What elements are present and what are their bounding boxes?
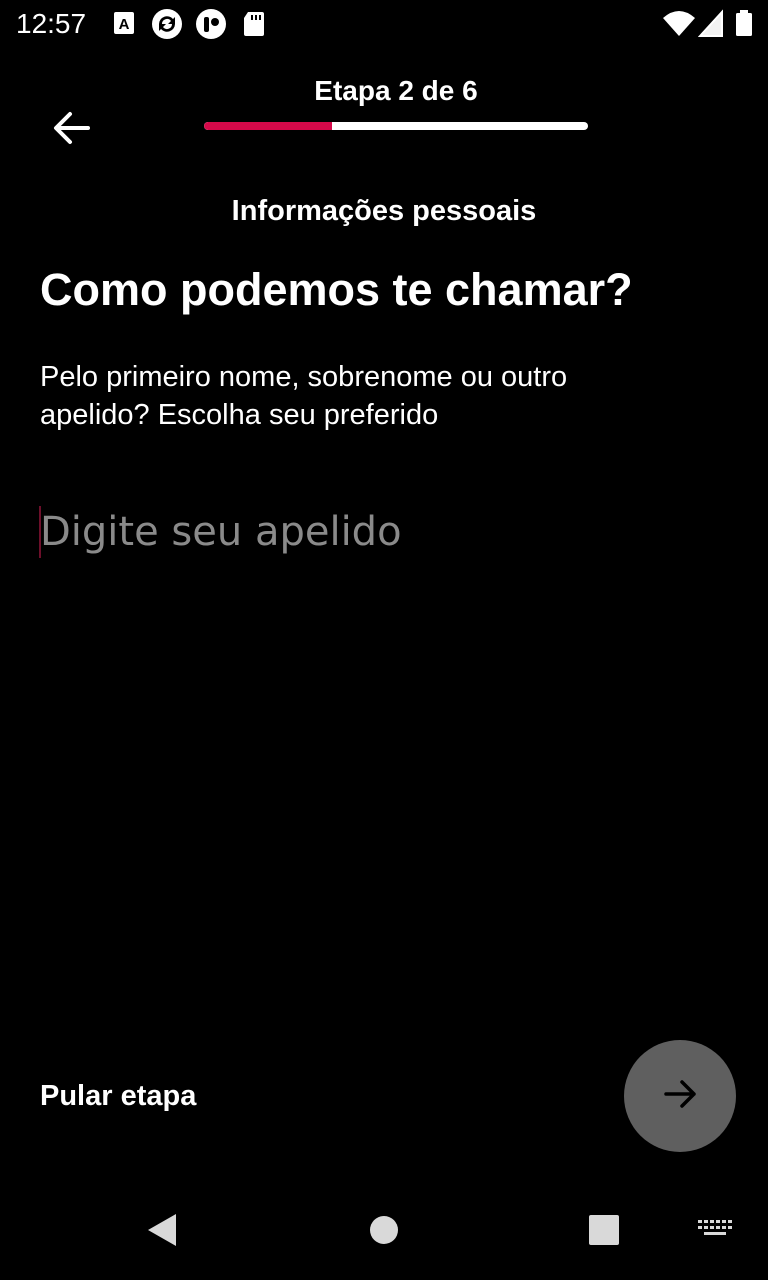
nav-keyboard-button[interactable] xyxy=(694,1214,736,1250)
sync-icon xyxy=(150,8,184,45)
progress-bar xyxy=(204,122,588,130)
skip-step-button[interactable]: Pular etapa xyxy=(40,1076,196,1116)
section-title: Informações pessoais xyxy=(231,195,537,227)
battery-icon xyxy=(734,8,754,45)
text-a-icon: A xyxy=(112,8,136,45)
arrow-left-icon xyxy=(52,108,92,153)
nickname-input[interactable] xyxy=(38,500,730,564)
next-button[interactable] xyxy=(624,1040,736,1152)
status-bar: 12:57 A xyxy=(0,0,768,48)
arrow-right-icon xyxy=(660,1074,700,1119)
keyboard-icon xyxy=(698,1219,732,1245)
cell-signal-icon xyxy=(697,8,724,45)
page-title: Como podemos te chamar? xyxy=(40,264,633,315)
status-time: 12:57 xyxy=(16,8,87,39)
pocket-icon xyxy=(194,8,228,45)
recents-square-icon xyxy=(589,1214,619,1250)
system-nav-bar xyxy=(0,1184,768,1280)
svg-text:A: A xyxy=(119,16,130,33)
wifi-icon xyxy=(662,8,696,45)
nav-recents-button[interactable] xyxy=(582,1210,626,1254)
back-button[interactable] xyxy=(44,102,100,158)
home-circle-icon xyxy=(369,1215,399,1250)
back-triangle-icon xyxy=(146,1213,178,1252)
nav-back-button[interactable] xyxy=(140,1210,184,1254)
progress-bar-fill xyxy=(204,122,332,130)
sd-card-icon xyxy=(242,8,266,45)
step-label: Etapa 2 de 6 xyxy=(314,75,478,106)
nav-home-button[interactable] xyxy=(362,1210,406,1254)
text-caret xyxy=(39,506,41,558)
page-subtitle: Pelo primeiro nome, sobrenome ou outro a… xyxy=(40,361,568,431)
